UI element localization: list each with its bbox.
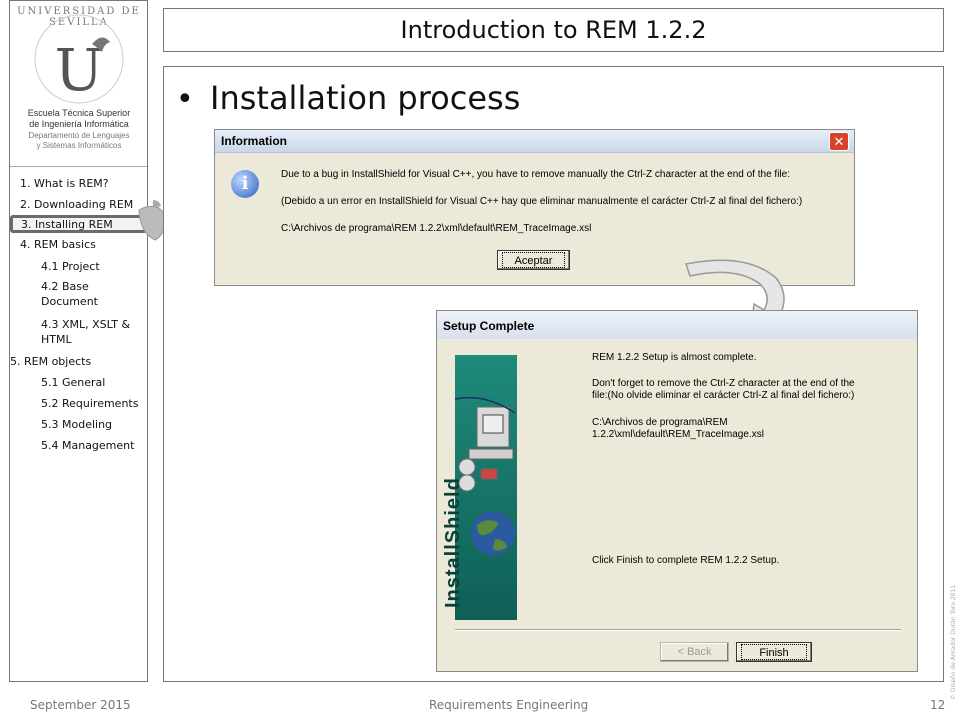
- information-dialog-title: Information: [221, 134, 287, 148]
- toc-item-management[interactable]: 5.4 Management: [41, 439, 134, 452]
- info-icon: i: [231, 170, 259, 198]
- slide-heading: Installation process: [210, 79, 521, 117]
- info-message-en: Due to a bug in InstallShield for Visual…: [281, 169, 790, 180]
- toc-item-document[interactable]: Document: [41, 295, 98, 308]
- toc-item-base[interactable]: 4.2 Base: [41, 280, 89, 293]
- setup-dialog-titlebar[interactable]: Setup Complete: [437, 311, 917, 339]
- toc-item-what-is-rem[interactable]: 1. What is REM?: [20, 177, 109, 190]
- bullet: •: [176, 82, 194, 117]
- info-message-es: (Debido a un error en InstallShield for …: [281, 196, 803, 207]
- toc-item-project[interactable]: 4.1 Project: [41, 260, 100, 273]
- globe-icon: [471, 511, 515, 555]
- installshield-text: InstallShield: [442, 477, 464, 608]
- info-file-path: C:\Archivos de programa\REM 1.2.2\xml\de…: [281, 223, 592, 234]
- school-name: Escuela Técnica Superior: [27, 108, 131, 118]
- footer-date: September 2015: [30, 698, 131, 712]
- setup-file-path-1: C:\Archivos de programa\REM: [592, 417, 728, 428]
- toc-item-xml-xslt[interactable]: 4.3 XML, XSLT &: [41, 318, 130, 331]
- setup-dialog-title: Setup Complete: [443, 319, 535, 333]
- finish-button[interactable]: Finish: [736, 642, 812, 662]
- toc-item-modeling[interactable]: 5.3 Modeling: [41, 418, 112, 431]
- toc-item-rem-objects[interactable]: 5. REM objects: [10, 355, 91, 368]
- installshield-panel: InstallShield: [442, 355, 517, 620]
- setup-message-status: REM 1.2.2 Setup is almost complete.: [592, 352, 757, 363]
- toc-item-general[interactable]: 5.1 General: [41, 376, 105, 389]
- slide-title: Introduction to REM 1.2.2: [400, 16, 707, 44]
- close-icon[interactable]: ✕: [829, 132, 849, 151]
- university-logo: UNIVERSIDAD DE SEVILLA U Escuela Técnica…: [14, 4, 144, 154]
- setup-separator: [455, 629, 901, 631]
- table-of-contents: 1. What is REM? 2. Downloading REM 3. In…: [10, 166, 147, 452]
- information-dialog-titlebar[interactable]: Information ✕: [215, 130, 854, 153]
- design-credit: © Diseño de Amador Durán Toro 2011: [950, 584, 957, 700]
- back-button[interactable]: < Back: [660, 642, 729, 662]
- aceptar-button[interactable]: Aceptar: [497, 250, 570, 270]
- finish-button-label: Finish: [741, 644, 807, 660]
- setup-complete-dialog: Setup Complete InstallShield REM 1.2.2 S…: [436, 310, 918, 672]
- footer-course: Requirements Engineering: [429, 698, 589, 712]
- toc-item-requirements[interactable]: 5.2 Requirements: [41, 397, 138, 410]
- footer-page-number: 12: [930, 698, 946, 712]
- department-name-2: y Sistemas Informáticos: [36, 141, 122, 150]
- aceptar-button-label: Aceptar: [502, 252, 565, 268]
- toc-item-installing-rem[interactable]: 3. Installing REM: [10, 215, 147, 233]
- setup-message-es: file:(No olvide eliminar el carácter Ctr…: [592, 390, 855, 401]
- setup-file-path-2: 1.2.2\xml\default\REM_TraceImage.xsl: [592, 429, 764, 440]
- toc-item-rem-basics[interactable]: 4. REM basics: [20, 238, 96, 251]
- department-name: Departamento de Lenguajes: [28, 131, 130, 140]
- school-name-2: de Ingeniería Informática: [29, 119, 129, 129]
- setup-finish-message: Click Finish to complete REM 1.2.2 Setup…: [592, 555, 780, 566]
- toc-item-downloading-rem[interactable]: 2. Downloading REM: [20, 198, 133, 211]
- toc-item-html[interactable]: HTML: [41, 333, 72, 346]
- slide-title-box: Introduction to REM 1.2.2: [163, 8, 944, 52]
- setup-message-en: Don't forget to remove the Ctrl-Z charac…: [592, 378, 855, 389]
- university-seal-icon: U: [34, 14, 124, 104]
